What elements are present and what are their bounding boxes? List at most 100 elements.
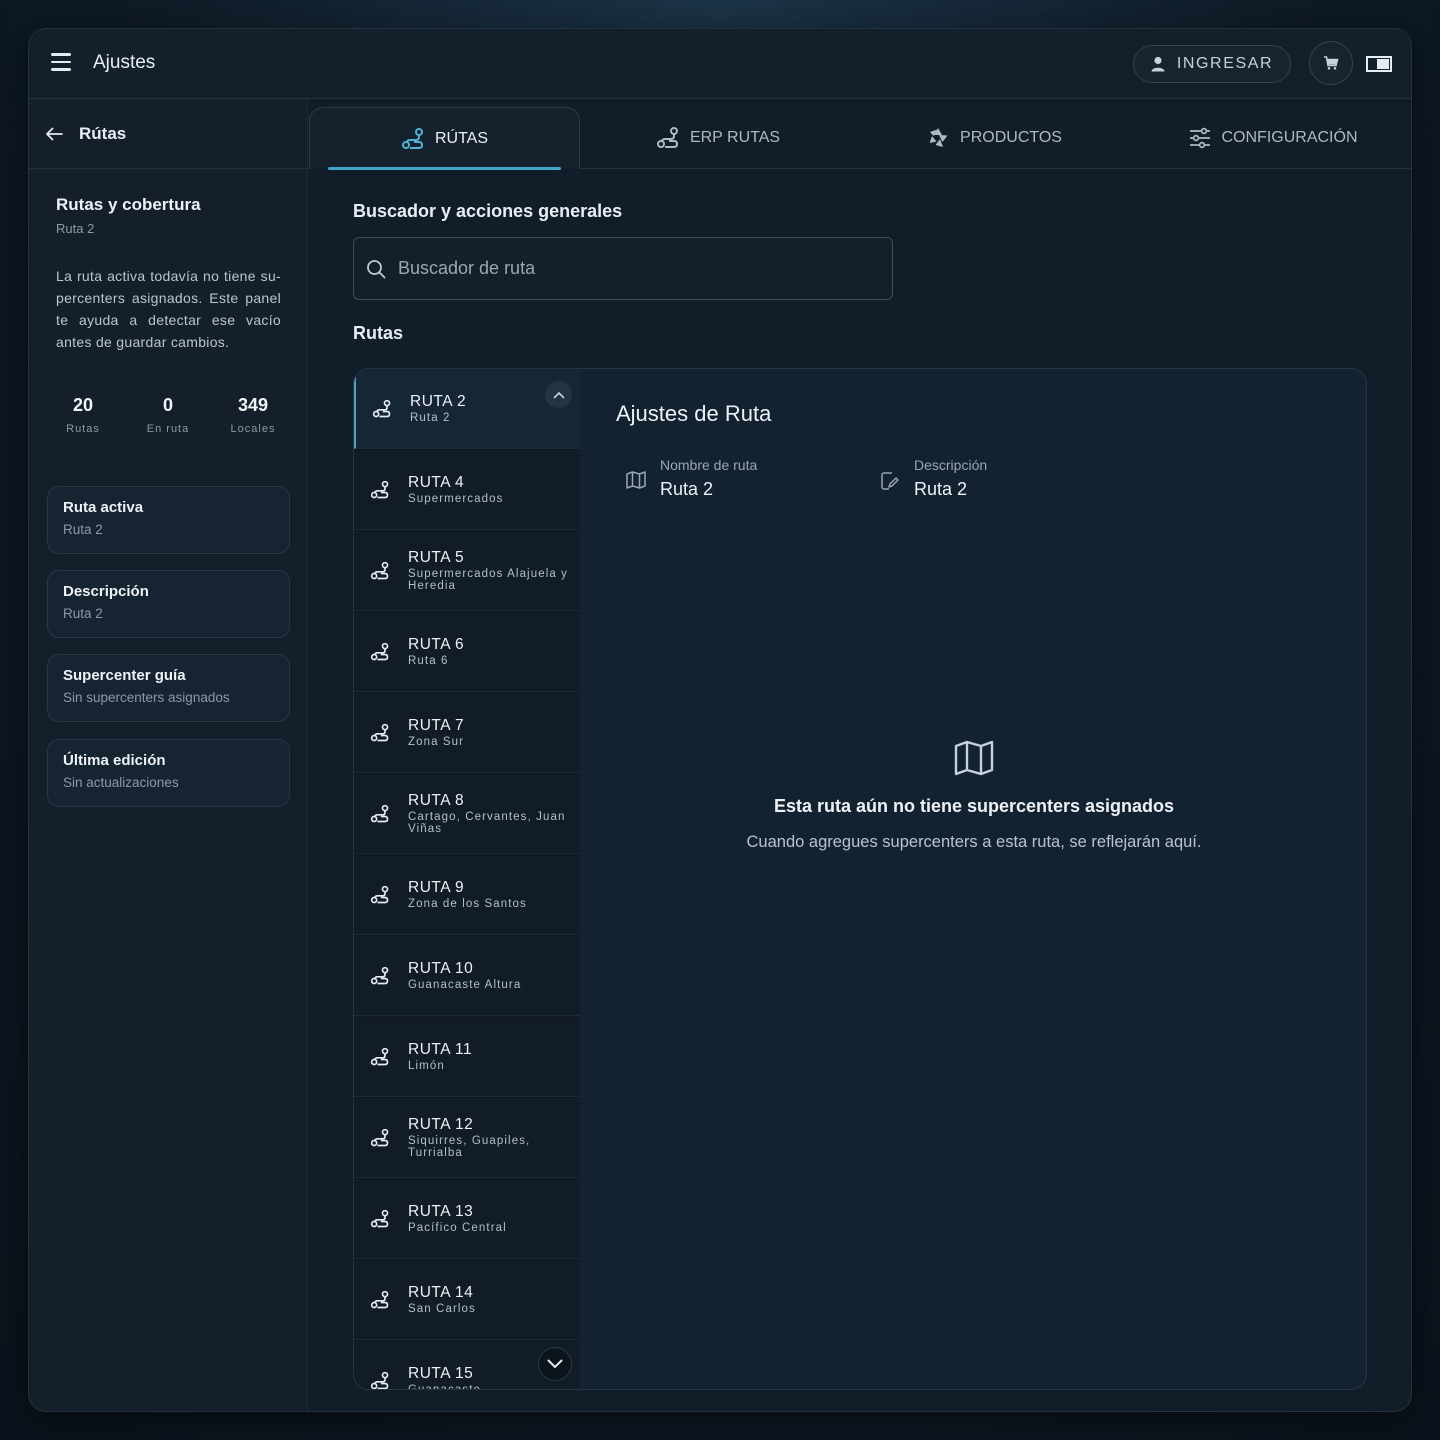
sidebar-title: Rutas y cobertura — [56, 195, 201, 214]
route-subtitle: Zona Sur — [408, 735, 465, 748]
route-icon — [370, 642, 389, 661]
route-item[interactable]: RUTA 2 Ruta 2 — [354, 369, 580, 449]
route-item[interactable]: RUTA 5 Supermercados Alajuela y Heredia — [354, 531, 580, 611]
route-icon — [370, 1371, 389, 1389]
empty-state: Esta ruta aún no tiene supercenters asig… — [580, 739, 1366, 852]
cart-icon — [1324, 56, 1339, 70]
route-icon-wrap — [370, 1371, 390, 1389]
route-subtitle: Zona de los Santos — [408, 897, 527, 910]
route-name: RUTA 6 — [408, 635, 465, 653]
route-text: RUTA 5 Supermercados Alajuela y Heredia — [408, 549, 573, 593]
chevron-up-icon — [553, 391, 564, 398]
route-icon — [370, 1209, 389, 1228]
edit-icon — [881, 472, 899, 490]
route-icon — [656, 127, 678, 148]
route-text: RUTA 13 Pacífico Central — [408, 1203, 573, 1235]
route-icon — [370, 1047, 389, 1066]
route-icon-wrap — [370, 1047, 390, 1072]
route-icon-wrap — [370, 1209, 390, 1234]
card-value: Sin supercenters asignados — [63, 690, 230, 705]
stat-value: 20 — [72, 395, 94, 415]
back-button[interactable]: Rútas — [29, 99, 307, 169]
stat-label: Rutas — [66, 423, 100, 435]
route-text: RUTA 7 Zona Sur — [408, 717, 573, 749]
route-item[interactable]: RUTA 13 Pacífico Central — [354, 1179, 580, 1259]
app-window: Ajustes INGRESAR Rútas Rutas y cobertura… — [28, 28, 1412, 1412]
route-item[interactable]: RUTA 9 Zona de los Santos — [354, 855, 580, 935]
tab-rutas[interactable]: RÚTAS — [309, 107, 580, 170]
route-icon — [370, 561, 389, 580]
search-section-title: Buscador y acciones generales — [353, 201, 623, 221]
card-title: Supercenter guía — [63, 667, 186, 684]
scroll-up-button[interactable] — [545, 381, 572, 408]
route-subtitle: Pacífico Central — [408, 1221, 507, 1234]
route-name: RUTA 4 — [408, 473, 465, 491]
tab-configuracion[interactable]: CONFIGURACIÓN — [1132, 107, 1411, 169]
routes-section-title: Rutas — [353, 323, 404, 343]
route-name: RUTA 5 — [408, 548, 465, 566]
route-icon — [370, 804, 389, 823]
card-value: Ruta 2 — [63, 606, 103, 621]
stat-routes: 20 Rutas — [43, 395, 123, 435]
route-text: RUTA 14 San Carlos — [408, 1284, 573, 1316]
card-title: Ruta activa — [63, 499, 144, 516]
route-icon-wrap — [370, 723, 390, 748]
route-text: RUTA 4 Supermercados — [408, 474, 573, 506]
arrow-left-icon — [46, 127, 63, 140]
map-icon — [954, 740, 994, 776]
route-subtitle: Guanacaste Altura — [408, 978, 522, 991]
route-icon-wrap — [370, 804, 390, 829]
route-text: RUTA 6 Ruta 6 — [408, 636, 573, 668]
route-item[interactable]: RUTA 6 Ruta 6 — [354, 612, 580, 692]
field-label: Descripción — [914, 457, 988, 473]
window-icon[interactable] — [1366, 56, 1392, 72]
route-text: RUTA 10 Guanacaste Altura — [408, 960, 573, 992]
route-item[interactable]: RUTA 12 Siquirres, Guapiles, Turrialba — [354, 1098, 580, 1178]
card-title: Descripción — [63, 583, 149, 600]
stats: 20 Rutas 0 En ruta 349 Locales — [43, 395, 293, 435]
top-bar: Ajustes INGRESAR — [29, 29, 1411, 99]
card-active-route: Ruta activa Ruta 2 — [47, 486, 290, 554]
scroll-down-button[interactable] — [538, 1347, 572, 1381]
search-input[interactable] — [398, 258, 878, 279]
route-name: RUTA 9 — [408, 878, 465, 896]
route-item[interactable]: RUTA 11 Limón — [354, 1017, 580, 1097]
route-item[interactable]: RUTA 14 San Carlos — [354, 1260, 580, 1340]
cart-button[interactable] — [1309, 41, 1353, 85]
route-text: RUTA 12 Siquirres, Guapiles, Turrialba — [408, 1116, 573, 1160]
map-icon — [626, 471, 646, 489]
login-button[interactable]: INGRESAR — [1133, 45, 1291, 83]
route-icon — [401, 127, 423, 149]
route-subtitle: Ruta 6 — [408, 654, 449, 667]
stat-label: En ruta — [146, 423, 190, 435]
sliders-icon — [1189, 127, 1210, 149]
card-supercenter-guide: Supercenter guía Sin supercenters asigna… — [47, 654, 290, 722]
route-subtitle: San Carlos — [408, 1302, 476, 1315]
empty-title: Esta ruta aún no tiene supercenters asig… — [773, 796, 1175, 816]
login-label: INGRESAR — [1176, 55, 1274, 72]
card-last-edit: Última edición Sin actualizaciones — [47, 739, 290, 807]
route-item[interactable]: RUTA 4 Supermercados — [354, 450, 580, 530]
tab-productos[interactable]: PRODUCTOS — [856, 107, 1132, 169]
route-icon — [370, 966, 389, 985]
route-item[interactable]: RUTA 8 Cartago, Cervantes, Juan Viñas — [354, 774, 580, 854]
route-text: RUTA 8 Cartago, Cervantes, Juan Viñas — [408, 792, 573, 836]
sidebar-subtitle: Ruta 2 — [56, 221, 95, 236]
app-title: Ajustes — [93, 52, 156, 73]
card-title: Última edición — [63, 752, 166, 769]
active-tab-indicator — [328, 167, 561, 170]
stat-label: Locales — [230, 423, 276, 435]
route-icon — [372, 399, 391, 418]
tab-label: RÚTAS — [434, 129, 489, 147]
route-name: RUTA 7 — [408, 716, 465, 734]
route-list[interactable]: RUTA 2 Ruta 2 RUTA 4 Supermercados RUTA 5 Sup… — [354, 369, 580, 1389]
route-item[interactable]: RUTA 7 Zona Sur — [354, 693, 580, 773]
sidebar: Rútas Rutas y cobertura Ruta 2 La ruta a… — [29, 99, 308, 1411]
detail-title: Ajustes de Ruta — [616, 401, 772, 426]
route-item[interactable]: RUTA 10 Guanacaste Altura — [354, 936, 580, 1016]
route-name: RUTA 13 — [408, 1202, 474, 1220]
aperture-icon — [929, 128, 948, 147]
menu-icon[interactable] — [51, 53, 71, 71]
tab-label: ERP RUTAS — [689, 129, 781, 146]
tab-erp-rutas[interactable]: ERP RUTAS — [580, 107, 856, 169]
